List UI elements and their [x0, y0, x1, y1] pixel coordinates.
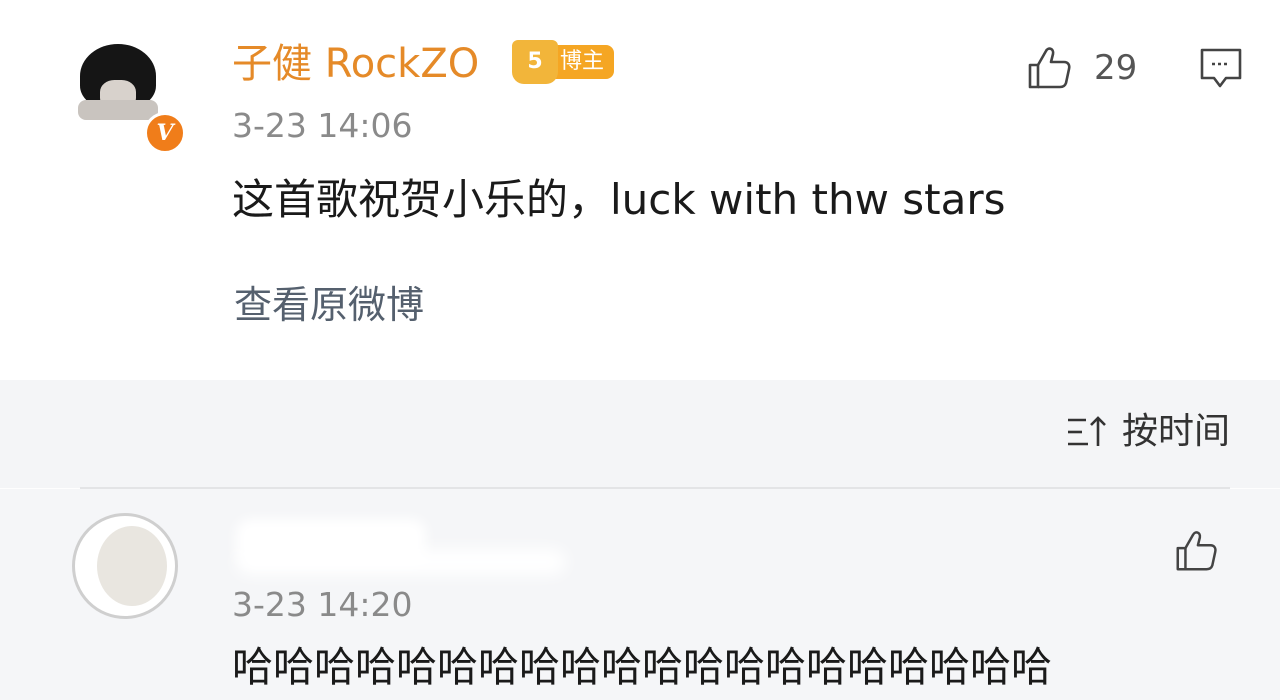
- like-count: 29: [1094, 48, 1138, 88]
- reply-button[interactable]: [1198, 46, 1244, 90]
- main-comment: V 子健 RockZO 5 博主 3-23 14:06 这首歌祝贺小乐的，luc…: [0, 0, 1280, 380]
- reply-comment: 3-23 14:20 哈哈哈哈哈哈哈哈哈哈哈哈哈哈哈哈哈哈哈哈: [0, 489, 1280, 700]
- username[interactable]: 子健 RockZO: [232, 40, 479, 88]
- like-button[interactable]: [1172, 527, 1220, 575]
- sort-icon: [1067, 416, 1106, 446]
- badge-level: 5: [527, 49, 543, 74]
- sort-by-time-button[interactable]: 按时间: [1066, 410, 1230, 454]
- verified-badge: V: [144, 112, 186, 154]
- comment-text: 这首歌祝贺小乐的，luck with thw stars: [232, 175, 1006, 224]
- badge-label: 博主: [554, 45, 615, 79]
- blogger-badge: 5 博主: [512, 40, 615, 84]
- like-button[interactable]: 29: [1024, 40, 1137, 96]
- crown-icon: 5: [512, 40, 558, 84]
- timestamp: 3-23 14:20: [232, 585, 413, 624]
- comment-bubble-icon: [1200, 48, 1242, 88]
- blurred-username-overlay: [236, 549, 566, 575]
- avatar[interactable]: [72, 513, 178, 619]
- avatar[interactable]: [76, 42, 160, 126]
- sort-bar: 按时间: [0, 380, 1280, 488]
- sort-label: 按时间: [1121, 411, 1230, 452]
- weibo-comment-page: V 子健 RockZO 5 博主 3-23 14:06 这首歌祝贺小乐的，luc…: [0, 0, 1280, 700]
- view-original-link[interactable]: 查看原微博: [234, 280, 424, 330]
- comment-text: 哈哈哈哈哈哈哈哈哈哈哈哈哈哈哈哈哈哈哈哈: [232, 643, 1052, 691]
- avatar-hands: [78, 100, 158, 120]
- thumbs-up-icon: [1028, 47, 1071, 89]
- avatar-image: [97, 526, 167, 606]
- timestamp: 3-23 14:06: [232, 106, 413, 145]
- thumbs-up-icon: [1176, 531, 1217, 571]
